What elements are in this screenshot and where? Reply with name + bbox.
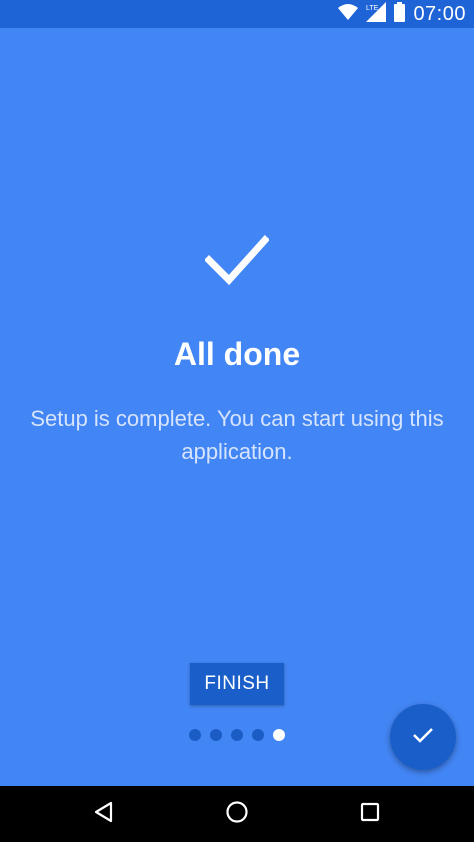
lte-signal-icon: LTE: [366, 1, 387, 27]
lte-label: LTE: [366, 5, 379, 12]
home-button[interactable]: [223, 800, 251, 828]
wifi-icon: [338, 3, 359, 25]
battery-icon: [394, 1, 406, 27]
recents-icon: [360, 802, 380, 827]
slide-title: All done: [173, 336, 301, 372]
finish-button[interactable]: FINISH: [190, 663, 284, 705]
done-fab-button[interactable]: [390, 704, 456, 770]
back-icon: [93, 801, 115, 828]
page-dot-1[interactable]: [189, 729, 201, 741]
page-indicator: [189, 729, 285, 743]
navigation-bar: [0, 786, 474, 842]
recents-button[interactable]: [356, 800, 384, 828]
status-icons: LTE 07:00: [338, 0, 466, 28]
page-dot-2[interactable]: [210, 729, 222, 741]
onboarding-slide: All done Setup is complete. You can star…: [0, 28, 474, 786]
check-icon: [411, 725, 435, 750]
checkmark-icon: [204, 232, 270, 288]
back-button[interactable]: [90, 800, 118, 828]
page-dot-3[interactable]: [231, 729, 243, 741]
status-bar: LTE 07:00: [0, 0, 474, 28]
page-dot-4[interactable]: [252, 729, 264, 741]
slide-description: Setup is complete. You can start using t…: [30, 406, 444, 464]
status-time: 07:00: [413, 3, 466, 25]
home-icon: [225, 800, 249, 829]
page-dot-5-active[interactable]: [273, 729, 285, 741]
